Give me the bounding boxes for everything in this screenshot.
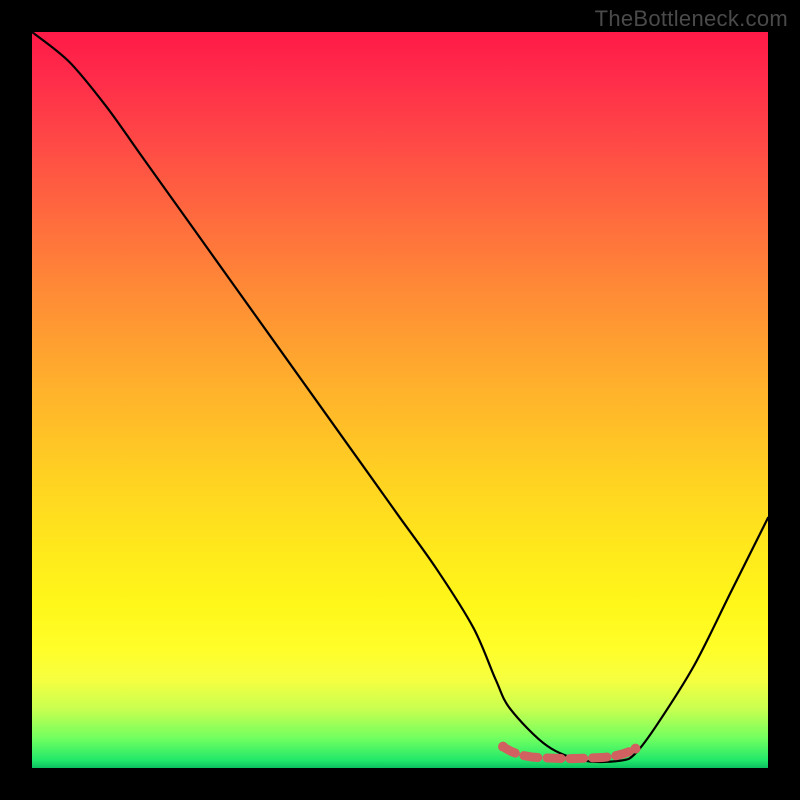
bottleneck-curve [32,32,768,762]
plot-area [32,32,768,768]
optimal-range-marker [503,747,636,759]
optimal-end-dot [631,744,641,754]
optimal-start-dot [498,742,508,752]
watermark-text: TheBottleneck.com [595,6,788,32]
chart-svg [32,32,768,768]
